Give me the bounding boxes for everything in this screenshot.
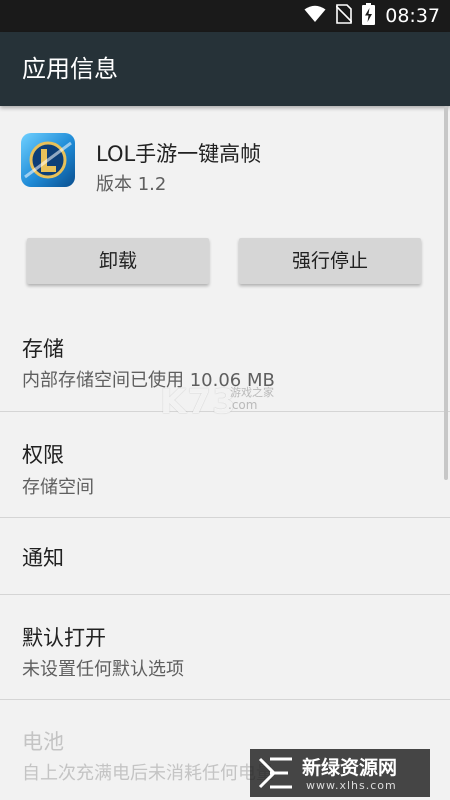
- app-info-content[interactable]: LOL手游一键高帧 版本 1.2 卸载 强行停止 存储 内部存储空间已使用 10…: [0, 106, 450, 800]
- open-by-default-title: 默认打开: [22, 626, 106, 650]
- xlhs-watermark: 新绿资源网 www.xlhs.com: [250, 749, 430, 797]
- force-stop-button[interactable]: 强行停止: [239, 238, 421, 284]
- wifi-icon: [304, 5, 326, 27]
- open-by-default-summary: 未设置任何默认选项: [22, 659, 184, 680]
- status-bar: 08:37: [0, 0, 450, 32]
- battery-summary: 自上次充满电后未消耗任何电量: [22, 763, 274, 784]
- battery-charging-icon: [362, 3, 376, 29]
- scrollbar[interactable]: [444, 106, 448, 480]
- notifications-title: 通知: [22, 546, 64, 570]
- page-title: 应用信息: [22, 55, 118, 83]
- permissions-setting[interactable]: 权限 存储空间: [0, 412, 450, 517]
- app-name: LOL手游一键高帧: [96, 142, 262, 166]
- xlhs-logo-icon: [258, 755, 294, 795]
- notifications-setting[interactable]: 通知: [0, 518, 450, 594]
- uninstall-button[interactable]: 卸载: [27, 238, 209, 284]
- permissions-title: 权限: [22, 443, 64, 467]
- xlhs-watermark-url: www.xlhs.com: [306, 779, 397, 792]
- battery-title: 电池: [22, 730, 64, 754]
- status-time: 08:37: [385, 5, 440, 27]
- xlhs-watermark-title: 新绿资源网: [302, 757, 398, 779]
- app-bar: 应用信息: [0, 32, 450, 106]
- storage-title: 存储: [22, 337, 64, 361]
- k73-watermark: K73: [160, 382, 237, 422]
- app-icon: [21, 133, 75, 187]
- no-sim-icon: [335, 4, 353, 28]
- app-header: LOL手游一键高帧 版本 1.2: [0, 106, 450, 216]
- status-icons: 08:37: [304, 0, 440, 32]
- open-by-default-setting[interactable]: 默认打开 未设置任何默认选项: [0, 595, 450, 699]
- k73-watermark-domain: .com: [228, 398, 258, 412]
- permissions-summary: 存储空间: [22, 477, 94, 498]
- app-version: 版本 1.2: [96, 174, 167, 195]
